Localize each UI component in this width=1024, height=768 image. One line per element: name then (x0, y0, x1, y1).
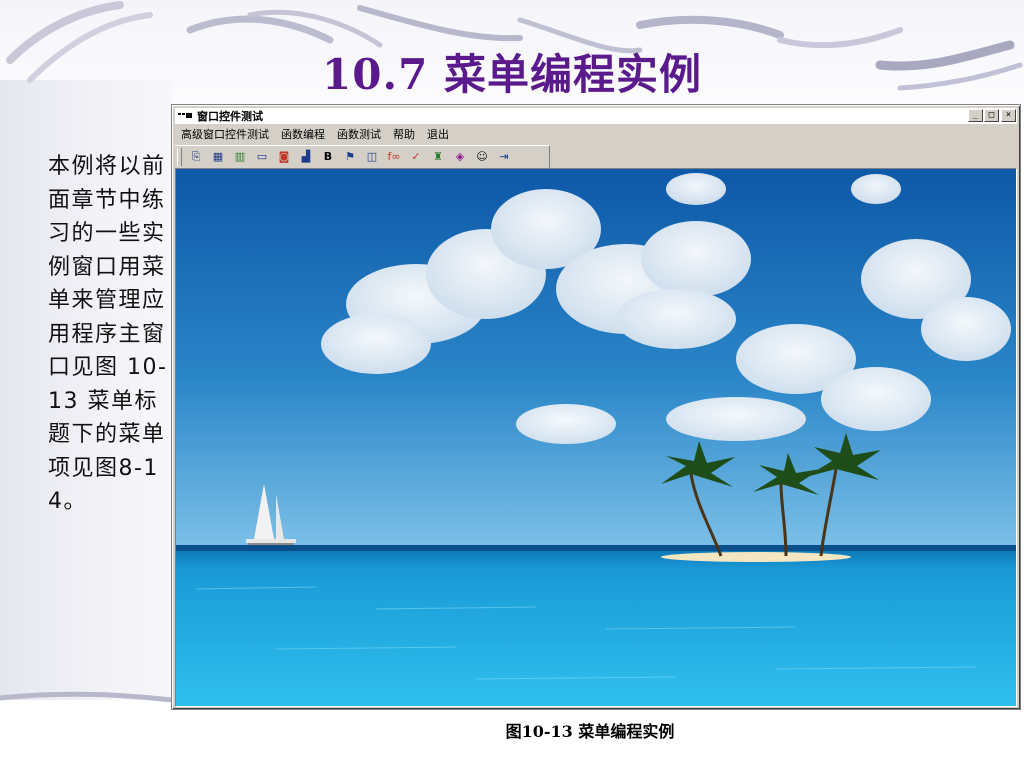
progress-bar-icon[interactable]: ▭ (253, 148, 271, 166)
minimize-button[interactable]: _ (968, 109, 983, 122)
smiley-icon[interactable]: ☺ (473, 148, 491, 166)
ocx-icon[interactable]: ◙ (275, 148, 293, 166)
app-window: 窗口控件测试 _ □ × 高级窗口控件测试 函数编程 函数测试 帮助 退出 ⎘ ▦… (171, 104, 1021, 710)
menu-exit[interactable]: 退出 (421, 126, 455, 142)
window-controls: _ □ × (967, 109, 1016, 122)
menu-function-test[interactable]: 函数测试 (331, 126, 387, 142)
toolbar-buttons: ⎘ ▦ ▥ ▭ ◙ ▟ B ⚑ ◫ f∞ ✓ ♜ ◈ ☺ ⇥ (185, 148, 515, 166)
main-client-area (175, 168, 1017, 707)
book-icon[interactable]: ◫ (363, 148, 381, 166)
slide-body-text: 本例将以前面章节中练习的一些实例窗口用菜单来管理应用程序主窗口见图 10-13 … (48, 154, 168, 514)
menu-advanced-controls-test[interactable]: 高级窗口控件测试 (175, 126, 275, 142)
slide-title: 10.7 菜单编程实例 (322, 50, 702, 99)
exit-icon[interactable]: ⇥ (495, 148, 513, 166)
close-button[interactable]: × (1001, 109, 1016, 122)
calendar-icon[interactable]: ▦ (209, 148, 227, 166)
menu-bar: 高级窗口控件测试 函数编程 函数测试 帮助 退出 (175, 125, 1017, 143)
menu-help[interactable]: 帮助 (387, 126, 421, 142)
window-title: 窗口控件测试 (197, 110, 263, 123)
toolbar: ⎘ ▦ ▥ ▭ ◙ ▟ B ⚑ ◫ f∞ ✓ ♜ ◈ ☺ ⇥ (175, 145, 550, 169)
maximize-button[interactable]: □ (984, 109, 999, 122)
tropical-island-image (176, 169, 1016, 706)
function-icon[interactable]: f∞ (385, 148, 403, 166)
bold-icon[interactable]: B (319, 148, 337, 166)
bar-chart-icon[interactable]: ▥ (231, 148, 249, 166)
disk-icon[interactable]: ◈ (451, 148, 469, 166)
copy-icon[interactable]: ⎘ (187, 148, 205, 166)
menu-function-programming[interactable]: 函数编程 (275, 126, 331, 142)
decorative-bottom-line (0, 691, 172, 703)
app-icon (178, 113, 192, 118)
figure-caption: 图10-13 菜单编程实例 (435, 712, 745, 756)
growth-icon[interactable]: ♜ (429, 148, 447, 166)
check-icon[interactable]: ✓ (407, 148, 425, 166)
chart-icon[interactable]: ▟ (297, 148, 315, 166)
toolbar-grip[interactable] (177, 148, 182, 166)
window-titlebar[interactable]: 窗口控件测试 _ □ × (175, 108, 1017, 124)
flag-icon[interactable]: ⚑ (341, 148, 359, 166)
